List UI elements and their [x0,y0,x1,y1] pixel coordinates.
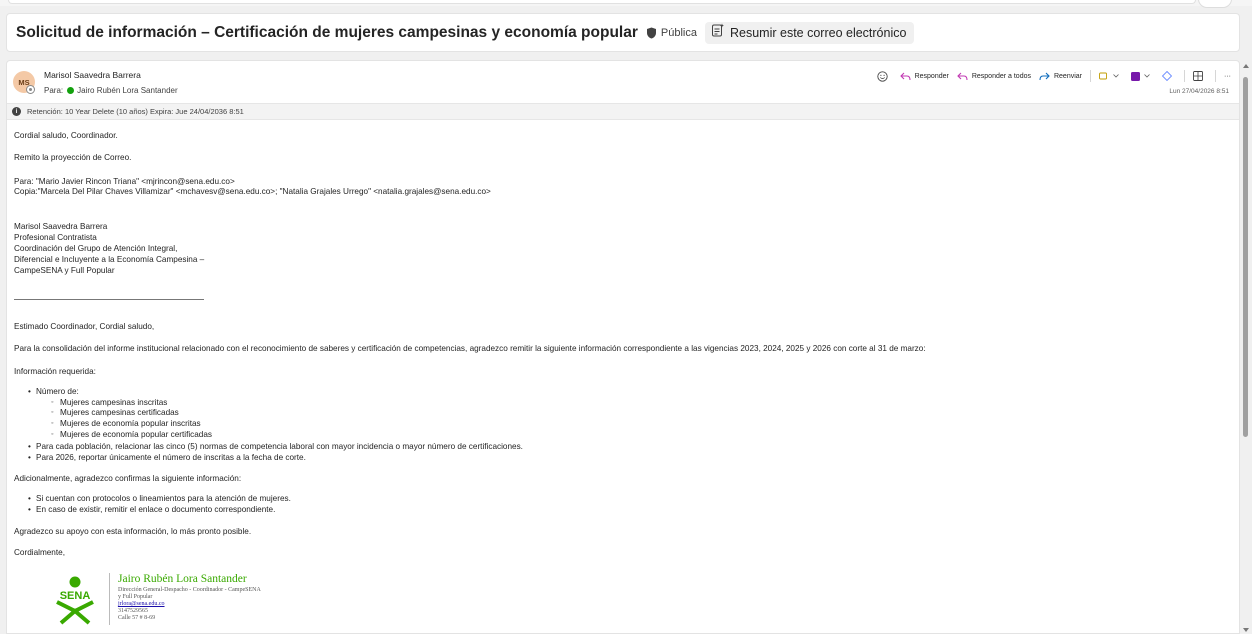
teams-share-button[interactable] [1099,72,1123,81]
message-actions: Responder Responder a todos Reenviar ··· [869,69,1231,83]
svg-text:SENA: SENA [60,590,91,602]
reply-all-icon [957,72,968,80]
retention-text: Retención: 10 Year Delete (10 años) Expi… [27,107,244,116]
smiley-icon [876,70,888,82]
window-top-edge [0,0,1252,6]
chevron-down-icon [1144,74,1150,78]
sena-logo-icon: SENA [56,576,94,625]
scrollbar[interactable] [1240,60,1252,634]
copia-line: Copia:"Marcela Del Pilar Chaves Villamiz… [14,187,491,196]
onenote-button[interactable] [1131,71,1154,81]
presence-icon [26,85,35,94]
list-item: Para 2026, reportar únicamente el número… [28,453,306,463]
message-pane: MS Marisol Saavedra Barrera Para: Jairo … [6,60,1240,634]
signature: SENA Jairo Rubén Lora Santander Direcció… [49,573,349,633]
sig-block-line: Profesional Contratista [14,233,97,242]
list-item: Mujeres campesinas inscritas [51,398,167,408]
emoji-reaction-button[interactable] [876,70,892,82]
reply-button[interactable]: Responder [899,72,949,81]
info-icon: i [12,107,21,116]
recipient-line: Para: Jairo Rubén Lora Santander [44,86,178,95]
forward-button[interactable]: Reenviar [1039,72,1082,81]
signature-line: Dirección General-Despacho - Coordinador… [118,587,261,593]
sig-block-line: Coordinación del Grupo de Atención Integ… [14,244,178,253]
corner-button[interactable] [1198,0,1232,8]
para-line: Para: "Mario Javier Rincon Triana" <mjri… [14,177,235,186]
share-icon [1099,72,1107,79]
loop-button[interactable] [1162,71,1176,81]
signature-line: y Full Popular [118,594,153,600]
recipient-name[interactable]: Jairo Rubén Lora Santander [77,86,178,95]
sig-block-line: CampeSENA y Full Popular [14,266,115,275]
estimado: Estimado Coordinador, Cordial saludo, [14,322,155,331]
signature-address: Calle 57 # 8-69 [118,615,156,621]
summarize-label: Resumir este correo electrónico [729,25,907,40]
list-item: En caso de existir, remitir el enlace o … [28,505,275,515]
intro: Remito la proyección de Correo. [14,153,132,162]
summarize-email-button[interactable]: Resumir este correo electrónico [704,21,915,44]
scrollbar-thumb[interactable] [1243,77,1248,437]
recipient-presence-icon [67,87,75,94]
list-item: Mujeres de economía popular certificadas [51,430,212,440]
sig-block-line: Diferencial e Incluyente a la Economía C… [14,255,205,264]
signature-phone: 3147529565 [118,608,148,614]
sensitivity-label[interactable]: Pública [661,27,697,39]
apps-button[interactable] [1193,71,1207,81]
divider [14,299,204,300]
retention-banner: i Retención: 10 Year Delete (10 años) Ex… [7,103,1239,120]
scroll-down-icon[interactable] [1243,628,1249,632]
list-item: Para cada población, relacionar las cinc… [28,442,523,452]
onenote-icon [1131,71,1140,81]
message-header: MS Marisol Saavedra Barrera Para: Jairo … [7,61,1239,101]
sender-name[interactable]: Marisol Saavedra Barrera [44,70,141,80]
adicional: Adicionalmente, agradezco confirmas la s… [14,474,242,483]
reply-all-button[interactable]: Responder a todos [957,72,1031,81]
agradezco: Agradezco su apoyo con esta información,… [14,527,252,536]
scroll-up-icon[interactable] [1243,64,1249,68]
consolidacion: Para la consolidación del informe instit… [14,344,926,353]
grid-icon [1193,71,1203,81]
reply-all-label: Responder a todos [971,72,1031,80]
cordialmente: Cordialmente, [14,548,65,557]
chevron-down-icon [1113,74,1119,78]
list-item: Mujeres campesinas certificadas [51,408,179,418]
to-label: Para: [44,86,64,95]
signature-email-link[interactable]: jrlora@sena.edu.co [118,601,165,607]
subject-bar: Solicitud de información – Certificación… [6,13,1240,52]
list-item: Número de: [28,387,79,397]
reply-label: Responder [914,72,949,80]
list-item: Mujeres de economía popular inscritas [51,419,201,429]
more-actions-button[interactable]: ··· [1224,73,1231,80]
summarize-icon [711,23,725,42]
sig-block-line: Marisol Saavedra Barrera [14,222,108,231]
signature-name: Jairo Rubén Lora Santander [118,573,247,585]
loop-icon [1162,71,1172,81]
reply-icon [899,72,911,80]
list-item: Si cuentan con protocolos o lineamientos… [28,494,291,504]
message-date: Lun 27/04/2026 8:51 [1169,88,1229,95]
email-subject: Solicitud de información – Certificación… [16,23,638,41]
greeting: Cordial saludo, Coordinador. [14,131,118,140]
info-requerida: Información requerida: [14,367,96,376]
forward-icon [1039,72,1050,80]
forward-label: Reenviar [1053,72,1082,80]
shield-icon [646,27,657,39]
